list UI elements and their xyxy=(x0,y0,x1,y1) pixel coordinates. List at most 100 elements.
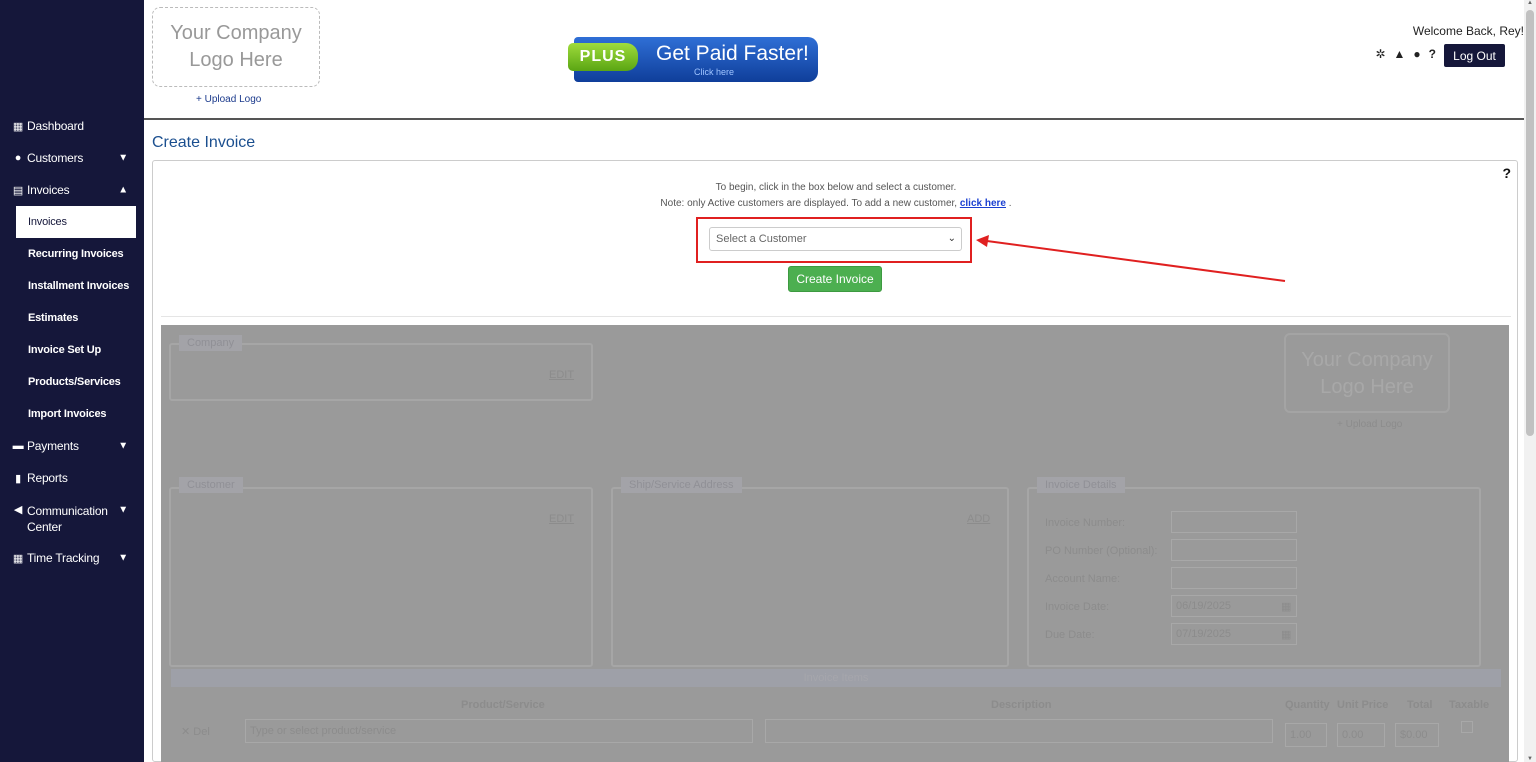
chevron-down-icon: ⌄ xyxy=(947,233,956,244)
chevron-down-icon: ▼ xyxy=(118,152,128,164)
sidebar-item-label: Communication Center xyxy=(27,504,108,534)
megaphone-icon: ◀ xyxy=(13,504,23,516)
help-icon[interactable]: ? xyxy=(1429,47,1436,61)
sidebar-item-reports[interactable]: ▮ Reports xyxy=(0,462,144,494)
scroll-down-icon[interactable]: ▼ xyxy=(1527,756,1533,762)
quantity-input: 1.00 xyxy=(1285,723,1327,747)
invoice-number-input xyxy=(1171,511,1297,533)
calendar-icon: ▦ xyxy=(1281,629,1292,641)
due-date-label: Due Date: xyxy=(1045,629,1095,641)
get-paid-faster-banner[interactable]: PLUS Get Paid Faster! Click here xyxy=(568,37,818,82)
company-logo-placeholder[interactable]: Your Company Logo Here xyxy=(152,7,320,87)
calendar-icon: ▦ xyxy=(12,552,24,565)
company-tag: Company xyxy=(179,335,243,351)
add-customer-link[interactable]: click here xyxy=(960,198,1006,209)
sidebar-subitem-recurring-invoices[interactable]: Recurring Invoices xyxy=(0,238,144,270)
invoice-number-label: Invoice Number: xyxy=(1045,517,1126,529)
sidebar-subitem-invoices[interactable]: Invoices xyxy=(16,206,136,238)
customer-tag: Customer xyxy=(179,477,243,493)
sidebar-subitem-installment-invoices[interactable]: Installment Invoices xyxy=(0,270,144,302)
plus-badge: PLUS xyxy=(568,43,638,71)
product-service-input: Type or select product/service xyxy=(245,719,753,743)
banner-title: Get Paid Faster! xyxy=(656,42,809,65)
bar-chart-icon: ▮ xyxy=(15,472,21,485)
form-upload-logo: + Upload Logo xyxy=(1337,419,1403,430)
sidebar-item-label: Payments xyxy=(27,439,79,453)
customer-select[interactable]: Select a Customer ⌄ xyxy=(709,227,962,251)
grid-icon: ▦ xyxy=(12,120,24,133)
gear-icon[interactable]: ✲ xyxy=(1375,47,1385,61)
sidebar-item-time-tracking[interactable]: ▦ Time Tracking ▼ xyxy=(0,542,144,574)
chevron-up-icon: ▲ xyxy=(118,184,128,196)
column-unit-price: Unit Price xyxy=(1337,699,1389,711)
customer-edit-link: EDIT xyxy=(549,513,575,525)
banner-click-here: Click here xyxy=(694,67,735,77)
welcome-message: Welcome Back, Rey! xyxy=(1412,24,1524,38)
sidebar-subitem-import-invoices[interactable]: Import Invoices xyxy=(0,398,144,430)
sidebar-item-dashboard[interactable]: ▦ Dashboard xyxy=(0,110,144,142)
company-section xyxy=(169,343,593,401)
sidebar-subitem-products-services[interactable]: Products/Services xyxy=(0,366,144,398)
row-delete-label: Del xyxy=(193,726,210,738)
upload-logo-link[interactable]: + Upload Logo xyxy=(196,94,261,105)
invoice-date-label: Invoice Date: xyxy=(1045,601,1110,613)
sidebar-subitem-estimates[interactable]: Estimates xyxy=(0,302,144,334)
sidebar-item-customers[interactable]: ● Customers ▼ xyxy=(0,142,144,174)
column-taxable: Taxable xyxy=(1449,699,1490,711)
calendar-icon: ▦ xyxy=(1281,601,1292,613)
user-icon[interactable]: ● xyxy=(1413,47,1420,61)
instruction-line-2: Note: only Active customers are displaye… xyxy=(153,196,1519,212)
account-name-input xyxy=(1171,567,1297,589)
invoice-date-input: 06/19/2025 xyxy=(1171,595,1297,617)
annotation-arrow xyxy=(976,235,1286,282)
sidebar-item-label: Reports xyxy=(27,471,68,485)
sidebar-nav: ▦ Dashboard ● Customers ▼ ▤ Invoices ▲ I… xyxy=(0,110,144,574)
header: Your Company Logo Here + Upload Logo PLU… xyxy=(144,0,1524,120)
total-value: $0.00 xyxy=(1395,723,1439,747)
section-divider xyxy=(161,316,1511,317)
sidebar-item-label: Customers xyxy=(27,151,84,165)
ship-address-tag: Ship/Service Address xyxy=(621,477,742,493)
instruction-line-1: To begin, click in the box below and sel… xyxy=(715,182,957,193)
column-quantity: Quantity xyxy=(1285,699,1330,711)
page-title: Create Invoice xyxy=(152,134,256,151)
ship-address-add-link: ADD xyxy=(967,513,991,525)
due-date-input: 07/19/2025 xyxy=(1171,623,1297,645)
page-scrollbar[interactable]: ▲ ▼ xyxy=(1524,0,1536,762)
sidebar-item-payments[interactable]: ▬ Payments ▼ xyxy=(0,430,144,462)
account-name-label: Account Name: xyxy=(1045,573,1121,585)
create-invoice-button[interactable]: Create Invoice xyxy=(788,266,882,292)
sidebar-item-label: Dashboard xyxy=(27,119,84,133)
sidebar-item-label: Invoices xyxy=(27,183,70,197)
log-out-button[interactable]: Log Out xyxy=(1444,44,1505,67)
invoice-form-disabled: Company EDIT Your Company Logo Here + Up… xyxy=(161,325,1509,762)
ship-address-section xyxy=(611,487,1009,667)
file-icon: ▤ xyxy=(12,184,24,197)
column-description: Description xyxy=(991,699,1052,711)
scrollbar-thumb[interactable] xyxy=(1526,10,1534,436)
chevron-down-icon: ▼ xyxy=(118,504,128,516)
select-placeholder: Select a Customer xyxy=(716,233,807,245)
sidebar-item-communication-center[interactable]: ◀ Communication Center ▼ xyxy=(0,494,144,542)
logo-text: Your Company Logo Here xyxy=(170,22,302,71)
sidebar-item-label: Time Tracking xyxy=(27,551,100,565)
description-input xyxy=(765,719,1273,743)
column-product-service: Product/Service xyxy=(461,699,545,711)
row-delete: ✕ Del xyxy=(181,725,210,738)
chevron-down-icon: ▼ xyxy=(118,440,128,452)
company-edit-link: EDIT xyxy=(549,369,575,381)
thumbs-up-icon[interactable]: ▲ xyxy=(1394,47,1406,61)
help-icon[interactable]: ? xyxy=(1502,165,1511,181)
chevron-down-icon: ▼ xyxy=(118,552,128,564)
instruction-period: . xyxy=(1008,198,1012,209)
sidebar-subitem-invoice-setup[interactable]: Invoice Set Up xyxy=(0,334,144,366)
card-icon: ▬ xyxy=(12,440,24,452)
header-icons: ✲ ▲ ● ? xyxy=(1375,47,1436,61)
sidebar-item-invoices[interactable]: ▤ Invoices ▲ xyxy=(0,174,144,206)
scroll-up-icon[interactable]: ▲ xyxy=(1527,0,1533,6)
sidebar: ▦ Dashboard ● Customers ▼ ▤ Invoices ▲ I… xyxy=(0,0,144,762)
form-logo-text: Your Company Logo Here xyxy=(1301,349,1433,398)
user-icon: ● xyxy=(14,152,22,164)
invoice-details-tag: Invoice Details xyxy=(1037,477,1125,493)
instructions: To begin, click in the box below and sel… xyxy=(153,180,1519,212)
